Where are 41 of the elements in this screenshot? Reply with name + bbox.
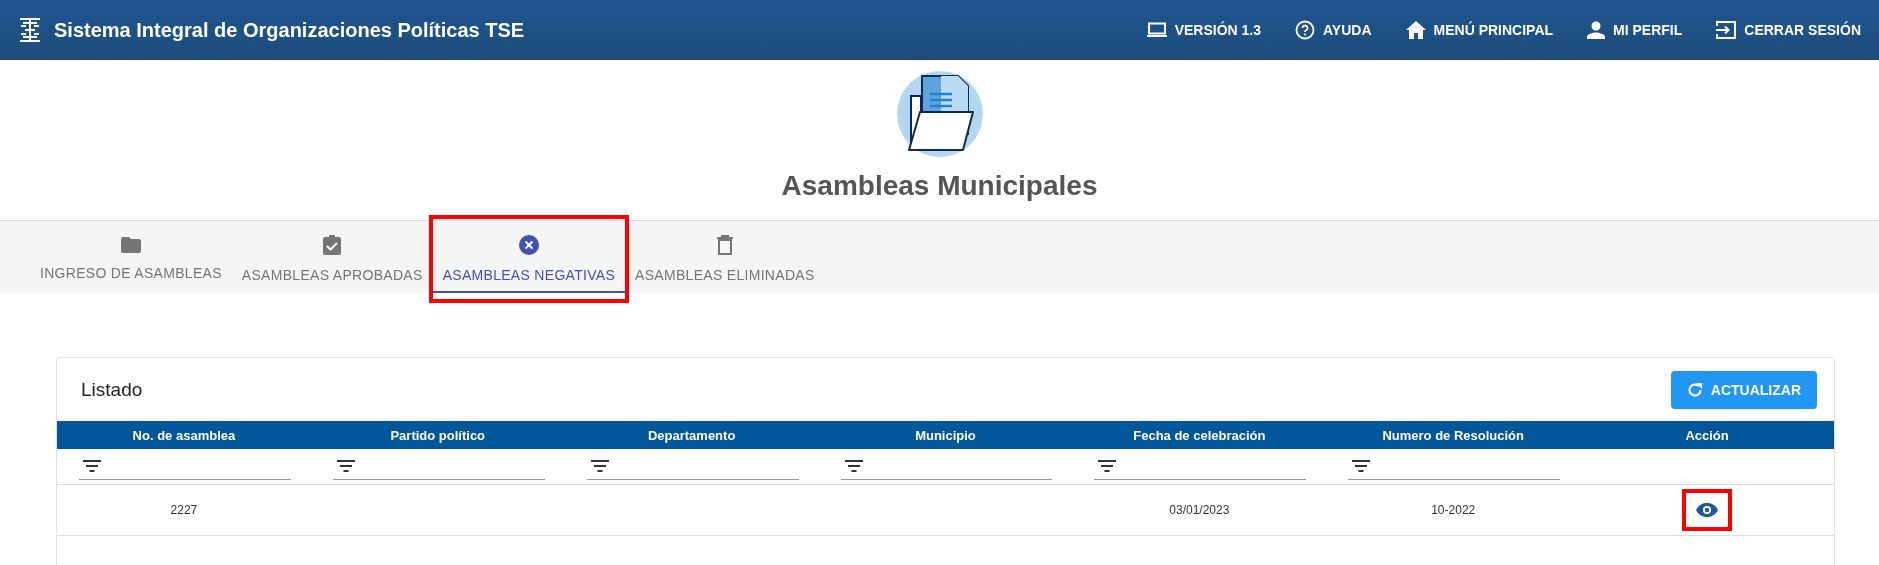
column-header: Numero de Resolución (1382, 427, 1524, 443)
filter-icon[interactable] (83, 460, 101, 472)
column-header: Municipio (915, 427, 976, 443)
filter-icon[interactable] (336, 460, 355, 472)
tab[interactable]: ASAMBLEAS APROBADAS (231, 221, 433, 293)
card-title: Listado (81, 379, 143, 401)
folder-icon (120, 237, 141, 253)
filter-icon[interactable] (1352, 460, 1371, 472)
column-header: No. de asamblea (132, 427, 236, 443)
refresh-icon (1686, 382, 1703, 398)
cancel-icon (518, 235, 539, 255)
column-header: Fecha de celebración (1133, 427, 1266, 443)
trash-icon (716, 235, 733, 255)
tab[interactable]: INGRESO DE ASAMBLEAS (30, 221, 232, 293)
help-icon (1295, 20, 1316, 40)
clipboard-check-icon (323, 235, 342, 255)
filter-icon[interactable] (844, 460, 863, 472)
nav-link[interactable]: MENÚ PRINCIPAL (1405, 20, 1554, 40)
laptop-icon (1146, 22, 1167, 38)
app-title: Sistema Integral de Organizaciones Políticas TSE (54, 18, 526, 42)
column-header: Partido político (390, 427, 486, 443)
view-icon[interactable] (1696, 503, 1719, 517)
logo-icon (18, 17, 42, 43)
tab[interactable]: ASAMBLEAS NEGATIVAS (432, 221, 626, 293)
page-title: Asambleas Municipales (781, 170, 1098, 202)
tab[interactable]: ASAMBLEAS ELIMINADAS (625, 221, 825, 293)
logout-icon (1716, 21, 1737, 39)
nav-link[interactable]: CERRAR SESIÓN (1716, 20, 1861, 40)
column-header: Departamento (647, 427, 736, 443)
column-header: Acción (1685, 427, 1729, 443)
table-cell: 2227 (170, 503, 198, 517)
table-cell: 03/01/2023 (1169, 503, 1230, 517)
table-cell: 10-2022 (1431, 503, 1476, 517)
folder-document-icon (895, 70, 984, 158)
nav-link[interactable]: VERSIÓN 1.3 (1146, 20, 1262, 40)
home-icon (1405, 21, 1426, 39)
nav-link[interactable]: MI PERFIL (1587, 20, 1683, 40)
filter-icon[interactable] (1098, 460, 1117, 472)
nav-link[interactable]: AYUDA (1295, 20, 1372, 40)
person-icon (1587, 21, 1606, 39)
filter-icon[interactable] (590, 460, 609, 472)
